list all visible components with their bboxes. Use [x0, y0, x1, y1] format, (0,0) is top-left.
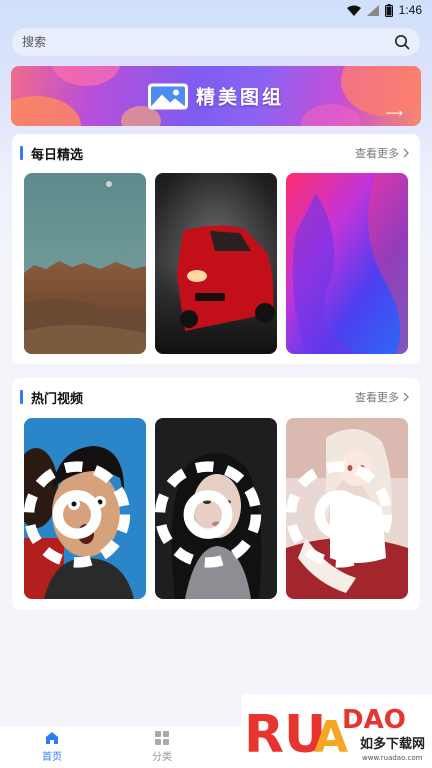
- banner-title: 精美图组: [195, 86, 285, 109]
- anime-girl-photo[interactable]: [286, 418, 408, 599]
- status-time: 1:46: [398, 3, 422, 17]
- svg-text:www.ruadao.com: www.ruadao.com: [362, 754, 423, 762]
- banner-content: 精美图组: [147, 83, 285, 110]
- desert-mountain-photo[interactable]: [24, 173, 146, 354]
- tab-home-label: 首页: [42, 752, 62, 763]
- app-screen: 1:46 精美图组 ⟶ 每日精选: [0, 0, 432, 768]
- live-indicator-icon: [155, 461, 262, 568]
- section-accent-bar: [20, 390, 23, 404]
- chevron-right-icon: [403, 148, 409, 158]
- featured-banner[interactable]: 精美图组 ⟶: [11, 66, 421, 126]
- hot-videos-title: 热门视频: [31, 391, 84, 407]
- chevron-right-icon: [403, 392, 409, 402]
- daily-picks-title: 每日精选: [31, 147, 84, 163]
- wifi-icon: [346, 5, 361, 16]
- svg-text:如多下载网: 如多下载网: [360, 736, 425, 752]
- battery-icon: [384, 3, 393, 17]
- search-bar[interactable]: [12, 28, 420, 56]
- ruadao-watermark-logo: RU A DAO 如多下载网 www.ruadao.com: [242, 694, 432, 768]
- status-bar: 1:46: [0, 0, 432, 20]
- grid-icon: [155, 731, 169, 745]
- tab-home[interactable]: 首页: [42, 730, 62, 763]
- abstract-gradient-photo[interactable]: [286, 173, 408, 354]
- live-indicator-icon: [286, 461, 393, 568]
- daily-picks-header: 每日精选 查看更多: [12, 134, 420, 172]
- tab-category[interactable]: 分类: [152, 730, 172, 763]
- search-input[interactable]: [22, 35, 394, 49]
- svg-text:DAO: DAO: [342, 705, 406, 735]
- section-accent-bar: [20, 146, 23, 160]
- tab-category-label: 分类: [152, 752, 172, 763]
- hot-videos-header: 热门视频 查看更多: [12, 378, 420, 416]
- daily-picks-card: 每日精选 查看更多: [12, 134, 420, 364]
- image-icon: [147, 83, 188, 109]
- hot-videos-card: 热门视频 查看更多: [12, 378, 420, 610]
- arrow-right-icon: ⟶: [385, 106, 403, 120]
- daily-more-link[interactable]: 查看更多: [355, 145, 410, 161]
- woman-portrait-photo[interactable]: [155, 418, 277, 599]
- videos-more-label: 查看更多: [355, 391, 399, 404]
- home-icon: [46, 732, 58, 744]
- daily-more-label: 查看更多: [355, 147, 399, 160]
- signal-icon: [366, 4, 379, 16]
- search-icon[interactable]: [394, 34, 410, 50]
- red-sports-car-photo[interactable]: [155, 173, 277, 354]
- surprised-man-photo[interactable]: [24, 418, 146, 599]
- videos-more-link[interactable]: 查看更多: [355, 389, 410, 405]
- live-indicator-icon: [24, 461, 131, 568]
